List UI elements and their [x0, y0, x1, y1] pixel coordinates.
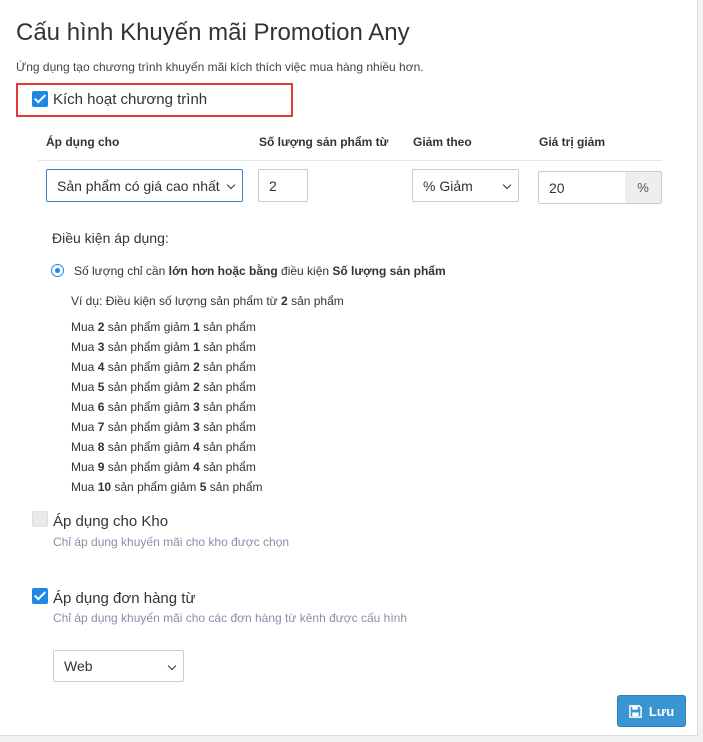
example-row-part: sản phẩm giảm: [104, 380, 194, 394]
example-row: Mua 9 sản phẩm giảm 4 sản phẩm: [71, 460, 256, 474]
quantity-from-value: 2: [269, 177, 277, 194]
quantity-from-input[interactable]: 2: [258, 169, 308, 202]
example-row-part: sản phẩm: [206, 480, 263, 494]
example-row-part: sản phẩm: [199, 360, 256, 374]
example-row: Mua 2 sản phẩm giảm 1 sản phẩm: [71, 320, 256, 334]
apply-for-select[interactable]: Sản phẩm có giá cao nhất: [46, 169, 243, 202]
save-button[interactable]: Lưu: [617, 695, 686, 727]
example-text: Ví dụ: Điều kiện số lượng sản phẩm từ 2 …: [71, 294, 344, 308]
warehouse-checkbox[interactable]: [32, 511, 48, 527]
example-row-part: sản phẩm giảm: [111, 480, 200, 494]
radio-text-bold1: lớn hơn hoặc bằng: [168, 264, 278, 278]
example-row-part: sản phẩm giảm: [104, 400, 194, 414]
example-row-part: sản phẩm: [199, 420, 256, 434]
channel-select[interactable]: Web: [53, 650, 184, 682]
example-row: Mua 3 sản phẩm giảm 1 sản phẩm: [71, 340, 256, 354]
example-row: Mua 6 sản phẩm giảm 3 sản phẩm: [71, 400, 256, 414]
example-row-part: 10: [97, 480, 112, 494]
example-row-part: 1: [193, 340, 200, 354]
order-source-checkbox[interactable]: [32, 588, 48, 604]
example-row-part: 4: [193, 440, 200, 454]
example-row-part: sản phẩm: [199, 340, 256, 354]
example-row-part: Mua: [71, 420, 98, 434]
warehouse-help: Chỉ áp dụng khuyến mãi cho kho được chọn: [53, 535, 290, 549]
discount-by-select[interactable]: % Giảm: [412, 169, 519, 202]
header-quantity-from: Số lượng sản phẩm từ: [259, 135, 389, 149]
example-row-part: Mua: [71, 460, 98, 474]
example-row-part: sản phẩm giảm: [104, 460, 194, 474]
warehouse-label[interactable]: Áp dụng cho Kho: [53, 513, 168, 530]
example-row-part: Mua: [71, 380, 98, 394]
example-row: Mua 8 sản phẩm giảm 4 sản phẩm: [71, 440, 256, 454]
order-source-help: Chỉ áp dụng khuyến mãi cho các đơn hàng …: [53, 611, 408, 625]
discount-by-value: % Giảm: [423, 177, 473, 194]
discount-value-text: 20: [549, 179, 565, 196]
header-apply-for: Áp dụng cho: [46, 135, 120, 149]
discount-value-input[interactable]: 20: [538, 171, 626, 204]
example-row-part: sản phẩm: [199, 440, 256, 454]
page-subtitle: Ứng dụng tạo chương trình khuyến mãi kíc…: [16, 60, 424, 74]
promotion-config-panel: Cấu hình Khuyến mãi Promotion Any Ứng dụ…: [0, 0, 698, 736]
condition-radio[interactable]: [51, 264, 64, 277]
radio-text-middle: điều kiện: [277, 264, 333, 278]
example-row-part: Mua: [71, 360, 98, 374]
example-row-part: sản phẩm giảm: [104, 420, 194, 434]
chevron-down-icon: [502, 180, 512, 190]
example-row-part: sản phẩm giảm: [104, 360, 194, 374]
example-row-part: Mua: [71, 440, 98, 454]
example-row-part: 3: [193, 420, 200, 434]
save-label: Lưu: [648, 703, 675, 719]
example-row-part: Mua: [71, 400, 98, 414]
example-row-part: sản phẩm giảm: [104, 320, 194, 334]
header-discount-value: Giá trị giảm: [539, 135, 606, 149]
example-row-part: Mua: [71, 320, 98, 334]
chevron-down-icon: [226, 180, 236, 190]
condition-radio-label[interactable]: Số lượng chỉ cần lớn hơn hoặc bằng điều …: [74, 264, 446, 278]
table-divider: [38, 160, 662, 161]
header-discount-by: Giảm theo: [413, 135, 472, 149]
example-row: Mua 5 sản phẩm giảm 2 sản phẩm: [71, 380, 256, 394]
order-source-label[interactable]: Áp dụng đơn hàng từ: [53, 590, 196, 607]
example-row-part: sản phẩm giảm: [104, 440, 194, 454]
example-row-part: sản phẩm: [199, 400, 256, 414]
activate-label[interactable]: Kích hoạt chương trình: [53, 91, 207, 108]
example-prefix: Ví dụ: Điều kiện số lượng sản phẩm từ: [71, 294, 282, 308]
example-row: Mua 4 sản phẩm giảm 2 sản phẩm: [71, 360, 256, 374]
example-row-part: Mua: [71, 340, 98, 354]
radio-text-prefix: Số lượng chỉ cần: [74, 264, 169, 278]
example-row-part: sản phẩm: [199, 380, 256, 394]
apply-for-value: Sản phẩm có giá cao nhất: [57, 177, 220, 194]
example-bold: 2: [281, 294, 288, 308]
example-row-part: sản phẩm giảm: [104, 340, 194, 354]
example-suffix: sản phẩm: [287, 294, 344, 308]
example-row-part: Mua: [71, 480, 98, 494]
channel-value: Web: [64, 658, 93, 674]
example-row: Mua 7 sản phẩm giảm 3 sản phẩm: [71, 420, 256, 434]
page-title: Cấu hình Khuyến mãi Promotion Any: [16, 19, 410, 46]
example-row: Mua 10 sản phẩm giảm 5 sản phẩm: [71, 480, 263, 494]
example-row-part: 2: [193, 380, 200, 394]
example-row-part: sản phẩm: [199, 320, 256, 334]
conditions-title: Điều kiện áp dụng:: [52, 230, 169, 246]
example-row-part: sản phẩm: [199, 460, 256, 474]
percent-addon: %: [625, 171, 662, 204]
example-row-part: 2: [193, 360, 200, 374]
example-row-part: 4: [193, 460, 200, 474]
activate-checkbox[interactable]: [32, 91, 48, 107]
chevron-down-icon: [167, 661, 177, 671]
radio-text-bold2: Số lượng sản phẩm: [332, 264, 446, 278]
example-row-part: 1: [193, 320, 200, 334]
floppy-disk-icon: [629, 704, 642, 718]
example-row-part: 3: [193, 400, 200, 414]
